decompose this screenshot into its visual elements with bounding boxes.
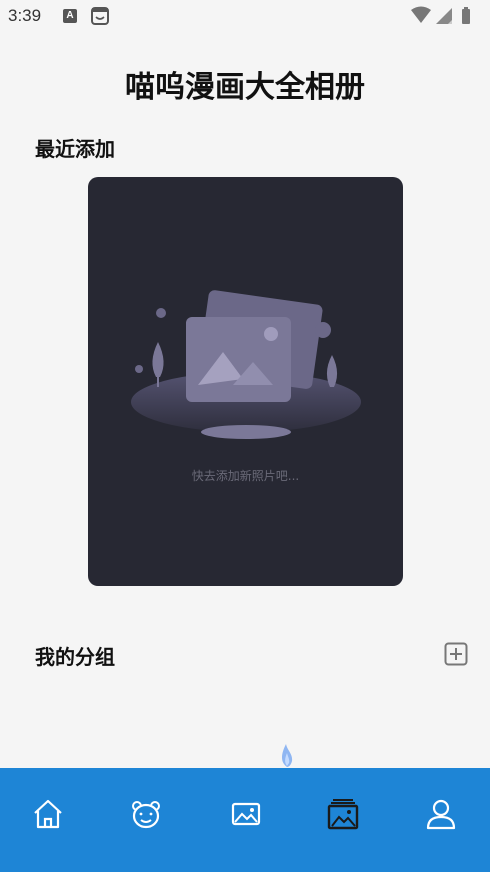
- status-time: 3:39: [8, 6, 42, 25]
- signal-icon: [436, 8, 452, 24]
- flame-icon: [282, 744, 293, 767]
- bear-icon: [132, 801, 160, 829]
- nav-discover[interactable]: [128, 796, 164, 832]
- recent-photos-card[interactable]: 快去添加新照片吧...: [88, 177, 403, 586]
- album-icon: [327, 799, 359, 830]
- empty-photos-illustration: [131, 290, 361, 439]
- notification-a-icon: A: [63, 9, 77, 23]
- wifi-icon: [411, 6, 431, 23]
- bottom-navigation: [0, 768, 490, 872]
- nav-profile[interactable]: [423, 796, 459, 832]
- battery-icon: [462, 9, 470, 24]
- user-icon: [426, 799, 456, 830]
- nav-album[interactable]: [325, 796, 361, 832]
- groups-section-title: 我的分组: [35, 645, 115, 669]
- empty-photos-text: 快去添加新照片吧...: [191, 469, 300, 483]
- system-status-icons: [411, 6, 470, 24]
- page-title: 喵呜漫画大全相册: [125, 70, 365, 105]
- status-bar: 3:39 A: [0, 0, 490, 34]
- recent-section-title: 最近添加: [35, 137, 115, 161]
- nav-photos[interactable]: [228, 796, 264, 832]
- notification-app-icon: [91, 7, 109, 25]
- add-group-button[interactable]: [444, 642, 468, 666]
- image-icon: [231, 802, 261, 826]
- nav-home[interactable]: [30, 796, 66, 832]
- home-icon: [34, 799, 62, 829]
